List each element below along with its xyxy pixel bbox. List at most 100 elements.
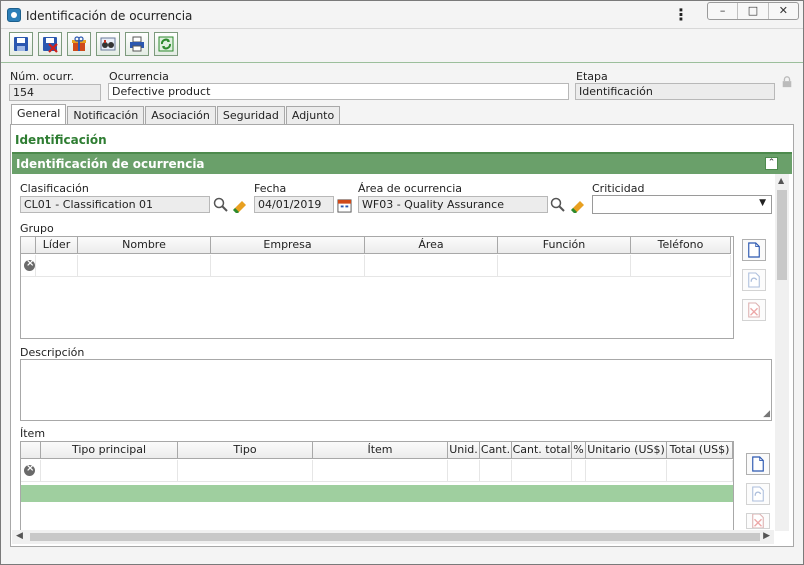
binoculars-icon xyxy=(100,37,116,51)
delete-item-button[interactable] xyxy=(746,513,770,529)
tab-association[interactable]: Asociación xyxy=(145,106,216,125)
panel-title: Identificación de ocurrencia xyxy=(16,157,205,171)
items-grid-header: Tipo principal Tipo Ítem Unid. Cant. Can… xyxy=(21,442,733,459)
collapse-icon[interactable]: ⌃ xyxy=(765,157,778,170)
num-label: Núm. ocurr. xyxy=(10,70,74,83)
minimize-button[interactable]: – xyxy=(708,3,739,19)
gift-button[interactable] xyxy=(67,32,91,56)
scroll-right-icon[interactable]: ▶ xyxy=(763,531,770,541)
horizontal-scrollbar[interactable]: ◀ ▶ xyxy=(12,530,774,544)
group-col-name[interactable]: Nombre xyxy=(78,237,211,254)
printer-icon xyxy=(130,36,144,52)
edit-group-button[interactable] xyxy=(742,269,766,291)
group-label: Grupo xyxy=(20,222,54,235)
section-heading: Identificación xyxy=(15,133,107,147)
group-col-company[interactable]: Empresa xyxy=(211,237,365,254)
tab-general[interactable]: General xyxy=(11,104,67,125)
items-col-unit-price[interactable]: Unitario (US$) xyxy=(586,442,667,459)
occurrence-window: Identificación de ocurrencia ⋮ – □ ✕ Núm… xyxy=(0,0,804,565)
description-textarea[interactable]: ◢ xyxy=(20,359,772,421)
new-document-icon xyxy=(752,456,764,472)
group-grid: Líder Nombre Empresa Área Función Teléfo… xyxy=(20,236,734,339)
table-row[interactable] xyxy=(21,255,731,277)
description-label: Descripción xyxy=(20,346,85,359)
stage-label: Etapa xyxy=(576,70,608,83)
scroll-thumb[interactable] xyxy=(30,533,760,541)
items-col-total-qty[interactable]: Cant. total xyxy=(512,442,572,459)
toolbar-divider xyxy=(1,62,803,63)
edit-icon xyxy=(752,486,764,502)
items-grid: Tipo principal Tipo Ítem Unid. Cant. Can… xyxy=(20,441,734,531)
delete-row-icon[interactable] xyxy=(24,463,35,476)
close-button[interactable]: ✕ xyxy=(769,3,798,19)
occurrence-label: Ocurrencia xyxy=(109,70,169,83)
delete-row-icon[interactable] xyxy=(24,258,35,271)
items-col-item[interactable]: Ítem xyxy=(313,442,448,459)
delete-icon xyxy=(752,514,764,528)
vertical-scrollbar[interactable]: ▲ xyxy=(775,174,789,531)
area-field: WF03 - Quality Assurance xyxy=(358,196,548,213)
tab-content: Identificación Identificación de ocurren… xyxy=(10,124,794,547)
items-col-total[interactable]: Total (US$) xyxy=(667,442,733,459)
classification-field: CL01 - Classification 01 xyxy=(20,196,210,213)
selected-row[interactable] xyxy=(21,485,733,502)
edit-icon xyxy=(748,272,760,288)
resize-grip-icon[interactable]: ◢ xyxy=(763,409,770,419)
criticality-select[interactable]: ▼ xyxy=(592,195,772,214)
date-field[interactable]: 04/01/2019 xyxy=(254,196,334,213)
lock-icon[interactable] xyxy=(779,74,795,90)
tab-bar: General Notificación Asociación Segurida… xyxy=(11,104,341,125)
refresh-icon xyxy=(158,36,174,52)
tab-attachment[interactable]: Adjunto xyxy=(285,106,341,125)
num-field: 154 xyxy=(9,84,101,101)
group-col-function[interactable]: Función xyxy=(498,237,631,254)
group-col-leader[interactable]: Líder xyxy=(36,237,78,254)
print-button[interactable] xyxy=(125,32,149,56)
criticality-label: Criticidad xyxy=(592,182,645,195)
group-col-area[interactable]: Área xyxy=(365,237,498,254)
occurrence-field[interactable]: Defective product xyxy=(108,83,569,100)
add-group-button[interactable] xyxy=(742,239,766,261)
save-icon xyxy=(14,37,28,51)
new-document-icon xyxy=(748,242,760,258)
tab-security[interactable]: Seguridad xyxy=(216,106,285,125)
tab-notification[interactable]: Notificación xyxy=(67,106,145,125)
group-grid-header: Líder Nombre Empresa Área Función Teléfo… xyxy=(21,237,731,254)
title-bar: Identificación de ocurrencia ⋮ – □ ✕ xyxy=(1,1,803,29)
delete-group-button[interactable] xyxy=(742,299,766,321)
calendar-icon[interactable] xyxy=(334,196,354,214)
items-col-type[interactable]: Tipo xyxy=(178,442,313,459)
search-area-icon[interactable] xyxy=(548,196,568,214)
maximize-button[interactable]: □ xyxy=(738,3,769,19)
window-controls: – □ ✕ xyxy=(707,2,799,20)
items-label: Ítem xyxy=(20,427,46,440)
classification-label: Clasificación xyxy=(20,182,89,195)
stage-field: Identificación xyxy=(575,83,775,100)
delete-icon xyxy=(748,302,760,318)
edit-item-button[interactable] xyxy=(746,483,770,505)
items-col-unit[interactable]: Unid. xyxy=(448,442,480,459)
more-options-icon[interactable]: ⋮ xyxy=(673,6,689,24)
chevron-down-icon: ▼ xyxy=(759,198,766,208)
panel-header: Identificación de ocurrencia ⌃ xyxy=(12,152,792,174)
group-col-phone[interactable]: Teléfono xyxy=(631,237,731,254)
clear-area-icon[interactable] xyxy=(568,196,588,214)
save-close-button[interactable] xyxy=(38,32,62,56)
items-col-main-type[interactable]: Tipo principal xyxy=(41,442,178,459)
items-col-percent[interactable]: % xyxy=(572,442,586,459)
items-col-select xyxy=(21,442,41,459)
gift-icon xyxy=(72,36,86,51)
toolbar xyxy=(9,32,178,58)
scroll-thumb[interactable] xyxy=(777,190,787,280)
scroll-left-icon[interactable]: ◀ xyxy=(16,531,23,541)
add-item-button[interactable] xyxy=(746,453,770,475)
scroll-up-icon[interactable]: ▲ xyxy=(778,176,784,185)
app-icon xyxy=(7,8,21,22)
clear-classification-icon[interactable] xyxy=(230,196,250,214)
refresh-button[interactable] xyxy=(154,32,178,56)
save-button[interactable] xyxy=(9,32,33,56)
search-people-button[interactable] xyxy=(96,32,120,56)
table-row[interactable] xyxy=(21,460,733,482)
search-classification-icon[interactable] xyxy=(211,196,231,214)
items-col-qty[interactable]: Cant. xyxy=(480,442,512,459)
